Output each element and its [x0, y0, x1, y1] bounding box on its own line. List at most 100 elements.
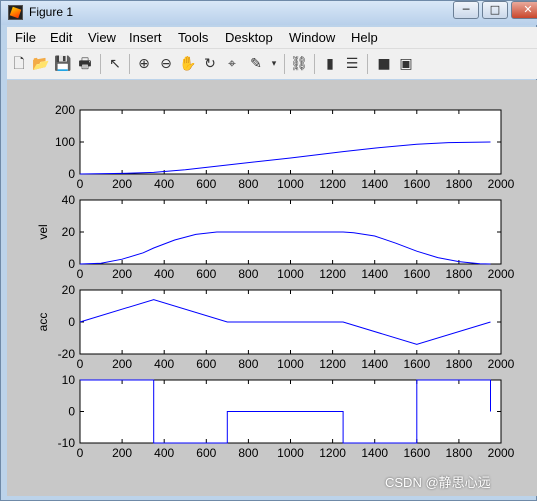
y-tick-label: -10	[58, 436, 76, 450]
x-tick-label: 0	[77, 357, 84, 371]
y-tick-label: 0	[68, 405, 75, 419]
axes-1	[79, 109, 502, 175]
subplots-svg: 0 200 400 600 800 1000 1200 1400 1600 1800 2000010…	[36, 103, 515, 460]
maximize-button[interactable]: □	[482, 1, 508, 19]
x-tick-label: 1400	[361, 177, 388, 191]
x-tick-label: 1200	[319, 446, 346, 460]
brush-icon[interactable]: ✎	[247, 55, 265, 73]
toolbar: 🗋 📂 💾 🖶 ↖ ⊕ ⊖ ✋ ↻ ⌖ ✎ ▾ ⛓ ▮ ☰ ■ ▣	[7, 49, 537, 79]
y-tick-label: 20	[62, 225, 76, 239]
x-tick-label: 1800	[446, 267, 473, 281]
colorbar-icon[interactable]: ▮	[321, 55, 339, 73]
x-tick-label: 2000	[488, 267, 515, 281]
x-tick-label: 1600	[403, 177, 430, 191]
csdn-watermark: CSDN @静思心远	[385, 475, 491, 490]
x-tick-label: 400	[154, 267, 174, 281]
y-tick-label: 40	[62, 193, 76, 207]
y-tick-label: 200	[55, 103, 75, 117]
x-tick-label: 800	[238, 446, 258, 460]
toolbar-separator	[314, 54, 315, 74]
hide-plot-tools-icon[interactable]: ■	[375, 55, 393, 73]
x-tick-label: 400	[154, 446, 174, 460]
x-tick-label: 600	[196, 446, 216, 460]
save-icon[interactable]: 💾	[54, 55, 72, 73]
menu-tools[interactable]: Tools	[178, 30, 208, 45]
x-tick-label: 200	[112, 177, 132, 191]
x-tick-label: 1000	[277, 446, 304, 460]
x-tick-label: 1600	[403, 357, 430, 371]
x-tick-label: 1400	[361, 446, 388, 460]
x-tick-label: 1800	[446, 177, 473, 191]
close-button[interactable]: ✕	[511, 1, 537, 19]
x-tick-label: 200	[112, 267, 132, 281]
x-tick-label: 1400	[361, 267, 388, 281]
y-tick-label: 100	[55, 135, 75, 149]
zoom-out-icon[interactable]: ⊖	[157, 55, 175, 73]
x-tick-label: 2000	[488, 446, 515, 460]
x-tick-label: 0	[77, 446, 84, 460]
figure-canvas[interactable]: 0 200 400 600 800 1000 1200 1400 1600 1800 2000 0 10…	[7, 80, 537, 496]
x-tick-label: 1600	[403, 267, 430, 281]
x-tick-label: 0	[77, 177, 84, 191]
x-tick-label: 600	[196, 177, 216, 191]
toolbar-separator	[284, 54, 285, 74]
x-tick-label: 1000	[277, 177, 304, 191]
rotate-3d-icon[interactable]: ↻	[201, 55, 219, 73]
minimize-button[interactable]: ─	[453, 1, 479, 19]
menu-help[interactable]: Help	[351, 30, 378, 45]
menu-window[interactable]: Window	[289, 30, 335, 45]
x-tick-label: 1000	[277, 357, 304, 371]
matlab-logo-icon	[8, 5, 23, 20]
x-tick-label: 400	[154, 357, 174, 371]
x-tick-label: 1400	[361, 357, 388, 371]
window-title: Figure 1	[29, 5, 74, 19]
menu-insert[interactable]: Insert	[129, 30, 162, 45]
y-tick-label: 0	[68, 167, 75, 181]
legend-icon[interactable]: ☰	[343, 55, 361, 73]
pan-hand-icon[interactable]: ✋	[179, 55, 197, 73]
x-tick-label: 1600	[403, 446, 430, 460]
y-axis-label: acc	[36, 313, 50, 332]
open-file-icon[interactable]: 📂	[32, 55, 50, 73]
y-tick-label: 0	[68, 315, 75, 329]
link-plot-icon[interactable]: ⛓	[290, 55, 308, 73]
x-tick-label: 1200	[319, 177, 346, 191]
figure-window: Figure 1 ─ □ ✕ File Edit View Insert Too…	[0, 0, 537, 501]
y-tick-label: 0	[68, 257, 75, 271]
x-tick-label: 600	[196, 357, 216, 371]
x-tick-label: 1000	[277, 267, 304, 281]
x-tick-label: 200	[112, 357, 132, 371]
x-tick-label: 0	[77, 267, 84, 281]
x-tick-label: 1800	[446, 446, 473, 460]
edit-plot-arrow-icon[interactable]: ↖	[106, 55, 124, 73]
x-tick-label: 800	[238, 267, 258, 281]
menu-view[interactable]: View	[88, 30, 116, 45]
toolbar-separator	[129, 54, 130, 74]
show-plot-tools-icon[interactable]: ▣	[397, 55, 415, 73]
title-bar[interactable]: Figure 1 ─ □ ✕	[1, 1, 537, 25]
print-icon[interactable]: 🖶	[76, 55, 94, 73]
x-tick-label: 1200	[319, 357, 346, 371]
data-cursor-icon[interactable]: ⌖	[223, 55, 241, 73]
zoom-in-icon[interactable]: ⊕	[135, 55, 153, 73]
y-tick-label: -20	[58, 347, 76, 361]
brush-dropdown-icon[interactable]: ▾	[265, 55, 283, 73]
x-tick-label: 200	[112, 446, 132, 460]
x-tick-label: 2000	[488, 357, 515, 371]
x-tick-label: 400	[154, 177, 174, 191]
x-tick-label: 800	[238, 177, 258, 191]
x-tick-label: 1200	[319, 267, 346, 281]
x-tick-label: 600	[196, 267, 216, 281]
y-axis-label: vel	[36, 224, 50, 239]
x-tick-label: 2000	[488, 177, 515, 191]
menu-desktop[interactable]: Desktop	[225, 30, 273, 45]
toolbar-separator	[100, 54, 101, 74]
menu-file[interactable]: File	[15, 30, 36, 45]
toolbar-separator	[367, 54, 368, 74]
y-tick-label: 20	[62, 283, 76, 297]
menu-bar: File Edit View Insert Tools Desktop Wind…	[7, 27, 537, 49]
new-figure-icon[interactable]: 🗋	[10, 55, 28, 73]
y-tick-label: 10	[62, 373, 76, 387]
menu-edit[interactable]: Edit	[50, 30, 72, 45]
x-tick-label: 1800	[446, 357, 473, 371]
